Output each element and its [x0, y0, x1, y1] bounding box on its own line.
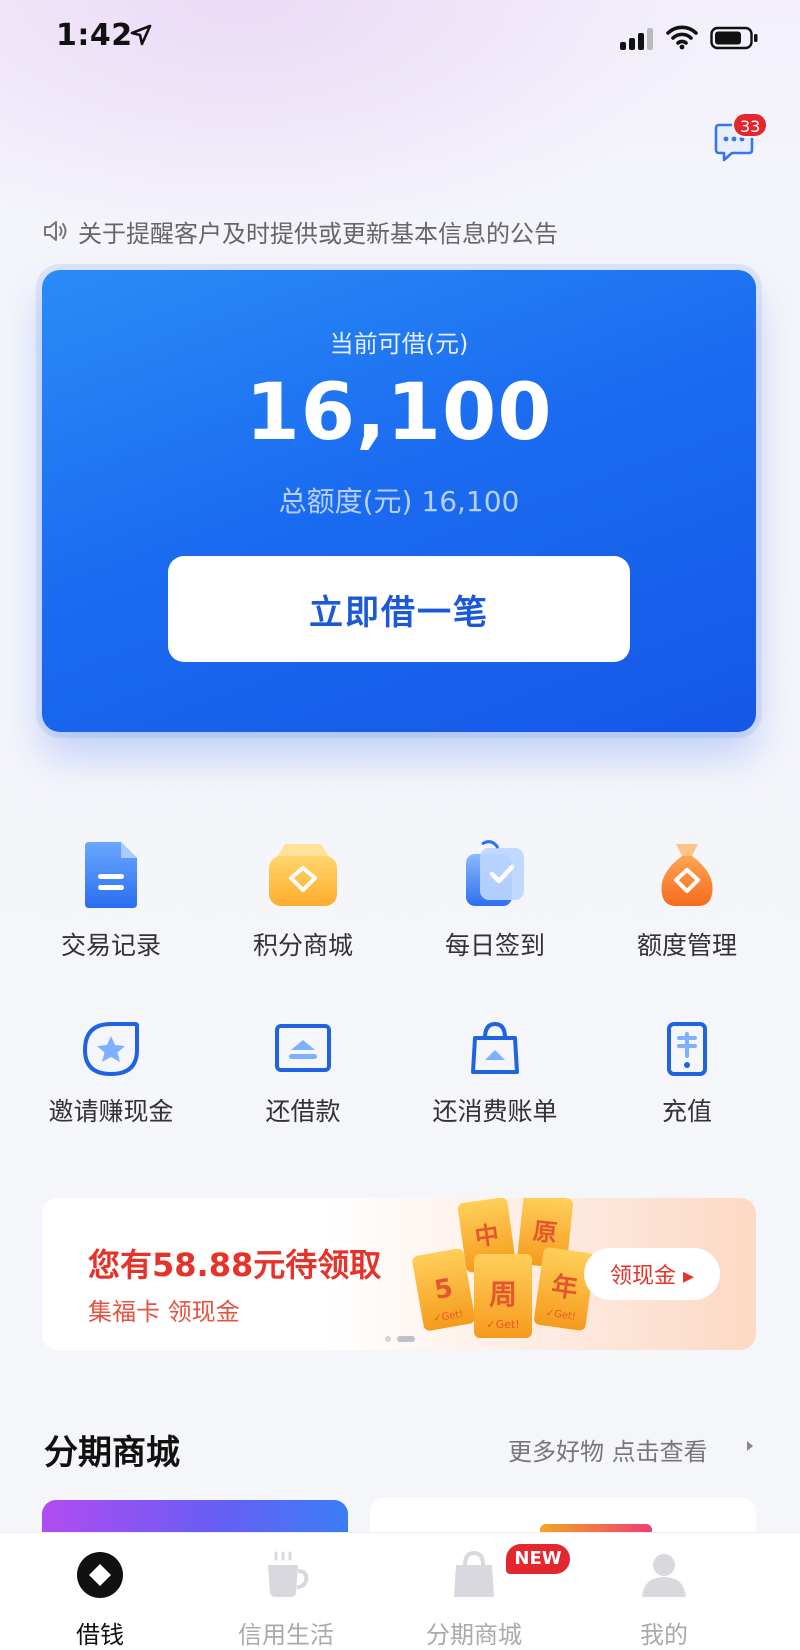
grid-item-transactions[interactable]: 交易记录	[16, 840, 206, 962]
pagination-dot-1[interactable]	[385, 1336, 391, 1342]
checkin-card-icon	[466, 840, 524, 906]
cellular-signal-icon	[620, 28, 653, 50]
coffee-cup-icon	[268, 1551, 309, 1597]
grid-item-top-up[interactable]: 充值	[592, 1020, 782, 1128]
announcement-text: 关于提醒客户及时提供或更新基本信息的公告	[78, 219, 558, 248]
star-badge-icon	[82, 1022, 139, 1077]
grid-label-top-up: 充值	[661, 1097, 712, 1126]
card-char-2: 原	[532, 1217, 559, 1247]
chevron-right-icon[interactable]	[744, 1438, 756, 1454]
grid-item-invite-earn[interactable]: 邀请赚现金	[16, 1020, 206, 1128]
grid-label-credit-management: 额度管理	[636, 931, 737, 960]
available-credit-label: 当前可借(元)	[329, 330, 469, 358]
borrow-now-button[interactable]: 立即借一笔	[168, 556, 630, 662]
shopping-bag-tab-icon	[454, 1550, 494, 1597]
wifi-icon	[666, 25, 698, 50]
grid-label-repay-loan: 还借款	[265, 1097, 341, 1126]
grid-label-points-mall: 积分商城	[252, 931, 353, 960]
status-time: 1:42	[56, 18, 133, 53]
coin-icon	[77, 1552, 123, 1598]
tab-mine[interactable]: 我的	[564, 1533, 764, 1650]
tab-label-borrow: 借钱	[76, 1621, 124, 1649]
promo-banner-subtitle: 集福卡 领现金	[88, 1298, 240, 1326]
section-title-installment-mall: 分期商城	[44, 1433, 180, 1473]
grid-item-points-mall[interactable]: 积分商城	[208, 840, 398, 962]
message-count-badge: 33	[732, 112, 769, 138]
section-more-link[interactable]: 更多好物 点击查看	[508, 1432, 708, 1467]
shopping-bag-icon	[471, 1021, 519, 1074]
battery-icon	[710, 26, 758, 50]
grid-label-invite-earn: 邀请赚现金	[48, 1097, 174, 1126]
available-credit-amount: 16,100	[245, 368, 553, 458]
profile-icon	[642, 1554, 686, 1597]
new-badge: NEW	[506, 1544, 570, 1574]
card-char-1: 中	[473, 1220, 501, 1251]
credit-limit-card: 当前可借(元) 16,100 总额度(元) 16,100 立即借一笔	[42, 270, 756, 732]
grid-label-pay-bill: 还消费账单	[432, 1097, 558, 1126]
tab-borrow[interactable]: 借钱	[0, 1533, 200, 1650]
repay-screen-icon	[275, 1024, 331, 1072]
grid-label-daily-checkin: 每日签到	[444, 931, 545, 960]
card-char-4: 周	[489, 1278, 517, 1311]
tab-label-mine: 我的	[640, 1621, 688, 1649]
document-icon	[85, 842, 137, 908]
points-wallet-icon	[269, 844, 337, 906]
grid-label-transactions: 交易记录	[60, 931, 161, 960]
card-get-tag-2: ✓Get!	[486, 1318, 519, 1331]
tab-credit-life[interactable]: 信用生活	[186, 1533, 386, 1650]
status-bar: 1:42	[0, 0, 800, 80]
grid-item-daily-checkin[interactable]: 每日签到	[400, 840, 590, 962]
tab-label-credit-life: 信用生活	[238, 1621, 334, 1649]
bottom-tab-bar: 借钱 信用生活 分期商城 我的	[0, 1532, 800, 1650]
phone-topup-icon	[667, 1022, 707, 1076]
promo-banner[interactable]: 您有58.88元待领取 集福卡 领现金 中 原 5 ✓Get! 周 ✓Get! 年 ✓…	[42, 1198, 756, 1350]
banner-pagination	[385, 1336, 419, 1342]
speaker-icon	[44, 221, 67, 241]
grid-item-pay-bill[interactable]: 还消费账单	[400, 1020, 590, 1128]
card-char-5: 年	[550, 1270, 580, 1304]
location-arrow-icon	[130, 24, 152, 46]
grid-item-repay-loan[interactable]: 还借款	[208, 1020, 398, 1128]
pagination-dot-2-active[interactable]	[397, 1336, 415, 1342]
tab-label-installment-mall: 分期商城	[426, 1621, 522, 1649]
announcement-bar[interactable]: 关于提醒客户及时提供或更新基本信息的公告	[42, 214, 558, 248]
money-bag-icon	[661, 844, 713, 906]
promo-banner-title: 您有58.88元待领取	[88, 1246, 382, 1284]
claim-cash-button[interactable]: 领现金 ▸	[584, 1248, 720, 1300]
total-credit-text: 总额度(元) 16,100	[278, 485, 520, 518]
grid-item-credit-management[interactable]: 额度管理	[592, 840, 782, 962]
